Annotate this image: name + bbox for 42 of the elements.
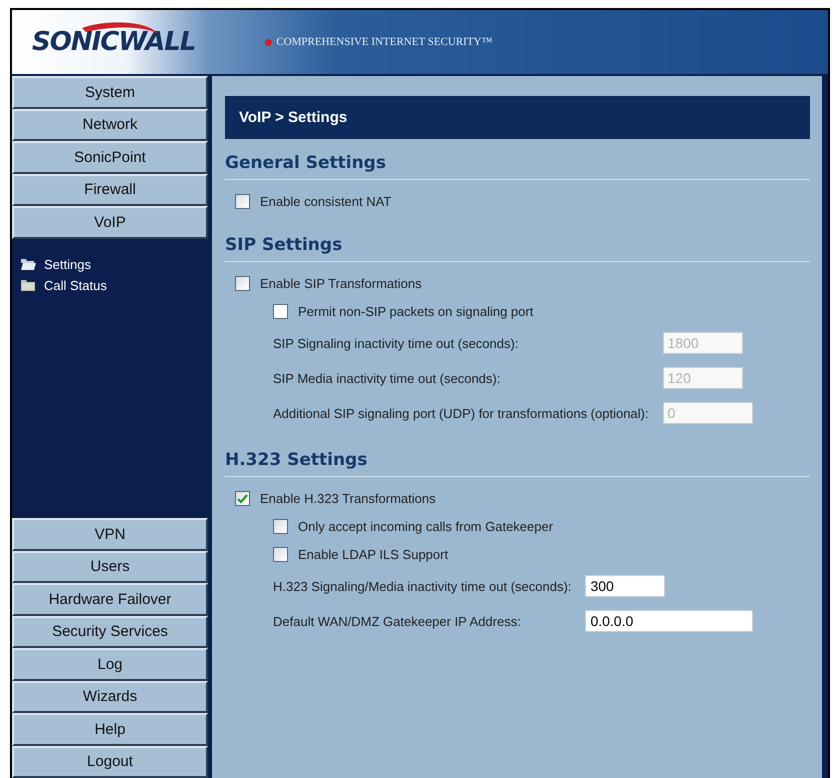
nav-button[interactable]: Network	[12, 108, 208, 141]
nav-button[interactable]: Help	[12, 713, 208, 746]
field-label: SIP Signaling inactivity time out (seconds):	[273, 336, 520, 350]
section-heading: SIP Settings	[225, 221, 810, 262]
input-field[interactable]: 0.0.0.0	[585, 610, 754, 632]
logo: SONICWALL	[32, 27, 196, 57]
open-folder-icon	[20, 258, 36, 270]
checkbox[interactable]	[273, 547, 288, 562]
nav-button[interactable]: Users	[12, 550, 208, 583]
checkbox[interactable]	[235, 276, 250, 291]
checkbox-label: Enable consistent NAT	[260, 194, 392, 209]
nav-button[interactable]: System	[12, 76, 208, 108]
nav-button[interactable]: VoIP	[12, 206, 208, 238]
nav-button[interactable]: VPN	[12, 518, 208, 550]
nav-button[interactable]: Log	[12, 648, 208, 680]
folder-icon	[20, 279, 36, 291]
checkbox-label: Enable SIP Transformations	[260, 276, 422, 291]
input-field[interactable]: 300	[585, 575, 666, 597]
nav-button[interactable]: Hardware Failover	[12, 583, 208, 616]
nav-button[interactable]: Wizards	[12, 680, 208, 713]
checkbox-label: Only accept incoming calls from Gatekeeper	[298, 519, 554, 534]
sidebar-item[interactable]: Settings	[20, 256, 201, 272]
field-label: SIP Media inactivity time out (seconds):	[273, 370, 502, 386]
checkbox[interactable]	[235, 194, 250, 209]
section-heading: H.323 Settings	[225, 436, 810, 477]
nav-button[interactable]: Logout	[12, 746, 208, 778]
sidebar-item[interactable]: Call Status	[20, 278, 201, 292]
checkbox-label: Enable LDAP ILS Support	[298, 547, 448, 562]
tagline: COMPREHENSIVE INTERNET SECURITY™	[276, 36, 492, 48]
nav-button[interactable]: Security Services	[12, 616, 208, 648]
nav-button[interactable]: SonicPoint	[12, 141, 208, 174]
bullet-icon	[265, 38, 272, 46]
nav-button[interactable]: Firewall	[12, 174, 208, 206]
page-title: VoIP > Settings	[225, 96, 810, 139]
field-label: Default WAN/DMZ Gatekeeper IP Address:	[273, 614, 522, 628]
field-label: H.323 Signaling/Media inactivity time out (seconds):	[273, 578, 572, 594]
checkbox-label: Permit non-SIP packets on signaling port	[298, 304, 534, 319]
field-label: Additional SIP signaling port (UDP) for transformations (optional):	[273, 406, 648, 420]
section-heading: General Settings	[225, 139, 810, 180]
checkbox-label: Enable H.323 Transformations	[260, 491, 436, 506]
checkbox[interactable]	[273, 519, 288, 534]
checkbox[interactable]	[235, 491, 250, 506]
